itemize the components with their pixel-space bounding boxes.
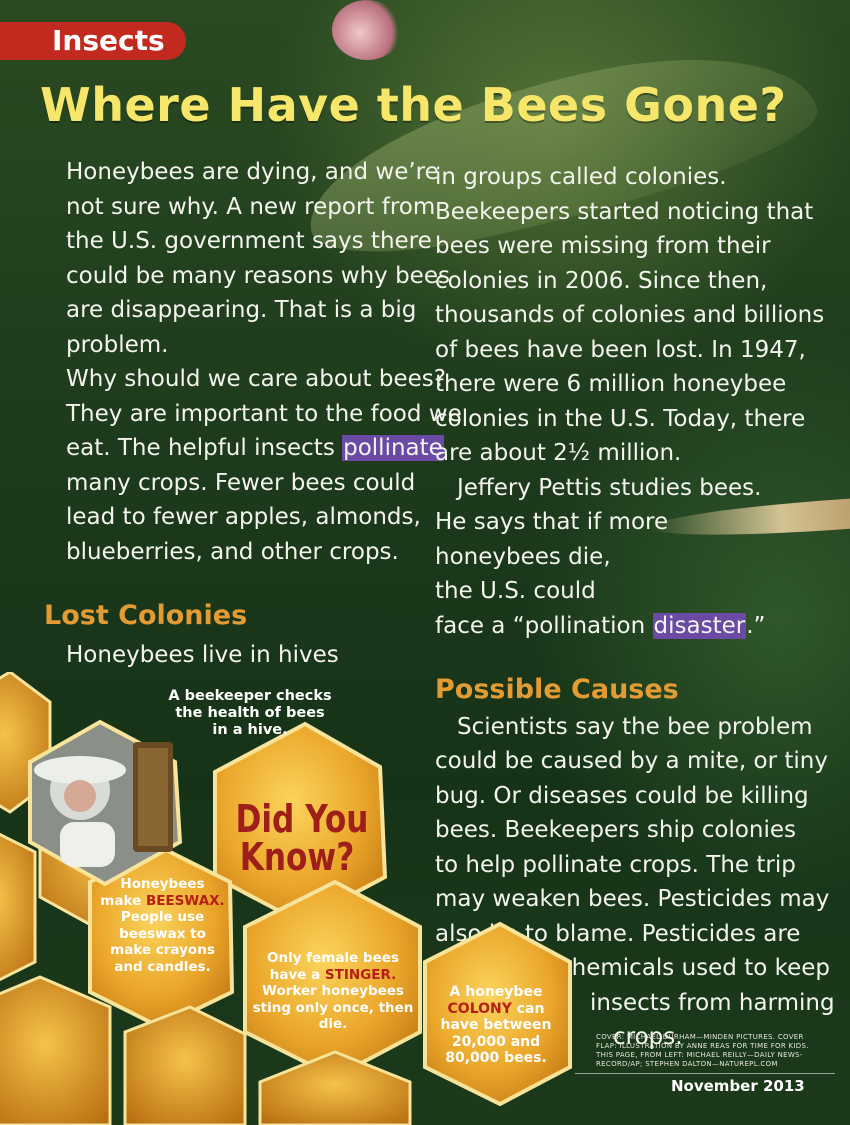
text-line: colonies in 2006. Since then,: [435, 267, 768, 294]
text-line: not sure why. A new report from: [66, 193, 436, 220]
fact-text: Worker honeybees sting only once, then d…: [252, 983, 414, 1032]
text-line: thousands of colonies and billions: [435, 302, 825, 328]
text-line: He says that if more: [435, 509, 669, 535]
fact-text: A honeybee: [449, 984, 543, 1000]
caption-line: in a hive.: [212, 722, 288, 738]
paragraph-why-care: Why should we care about bees? They are …: [44, 362, 462, 569]
hex-cell: [0, 975, 112, 1125]
caption-line: A beekeeper checks: [168, 688, 332, 704]
section-tag: Insects: [0, 22, 186, 60]
text-line: are about 2½ million.: [435, 440, 682, 466]
text-line: the U.S. could: [435, 578, 596, 604]
text-line: Jeffery Pettis studies bees.: [457, 474, 762, 501]
highlighted-word-pollinate[interactable]: pollinate: [342, 435, 444, 461]
fact-text: People use beeswax to make crayons and c…: [110, 909, 215, 975]
fact-beeswax: Honeybees make BEESWAX. People use beesw…: [100, 876, 225, 975]
fact-keyword: COLONY: [447, 1000, 512, 1017]
text-line: bees were missing from their: [435, 233, 771, 259]
article-column-1: Honeybees are dying, and we’re not sure …: [44, 155, 462, 672]
footer-divider: [575, 1073, 835, 1074]
fact-keyword: STINGER.: [324, 966, 397, 983]
paragraph-hives: Honeybees live in hives: [66, 641, 339, 668]
fact-keyword: BEESWAX.: [145, 892, 225, 909]
photo-caption: A beekeeper checks the health of bees in…: [150, 688, 350, 739]
paragraph-intro: Honeybees are dying, and we’re not sure …: [44, 155, 450, 362]
text-fragment: eat. The helpful insects: [66, 435, 343, 461]
text-line: Why should we care about bees?: [66, 366, 446, 392]
text-line: Beekeepers started noticing that: [435, 198, 814, 225]
paragraph-colonies: in groups called colonies. Beekeepers st…: [435, 160, 830, 471]
text-line: in groups called colonies.: [435, 164, 727, 190]
text-line: many crops. Fewer bees could: [66, 469, 416, 496]
heading-line: Know?: [239, 835, 355, 879]
paragraph-pettis: Jeffery Pettis studies bees. He says tha…: [435, 471, 830, 644]
text-line: colonies in the U.S. Today, there: [435, 405, 806, 432]
highlighted-word-disaster[interactable]: disaster: [652, 612, 747, 639]
fact-stinger: Only female bees have a STINGER. Worker …: [252, 950, 414, 1033]
heading-line: Did You: [235, 797, 369, 841]
page-title: Where Have the Bees Gone?: [40, 78, 787, 132]
magazine-page: Insects Where Have the Bees Gone? Honeyb…: [0, 0, 850, 1125]
text-line: problem.: [66, 331, 169, 358]
caption-line: the health of bees: [175, 705, 325, 721]
text-line: the U.S. government says there: [66, 228, 432, 254]
issue-date: November 2013: [671, 1077, 805, 1095]
text-line: are disappearing. That is a big: [66, 297, 417, 323]
flower-photo: [332, 0, 402, 60]
hex-cell: [258, 1050, 412, 1125]
hex-cell: [123, 1005, 247, 1125]
did-you-know-heading: Did You Know?: [235, 797, 369, 879]
text-line: honeybees die,: [435, 543, 611, 570]
hex-cell: [0, 832, 37, 982]
fact-colony: A honeybee COLONY can have between 20,00…: [430, 984, 562, 1067]
text-line: of bees have been lost. In 1947,: [435, 336, 806, 363]
text-line: Honeybees are dying, and we’re: [66, 159, 439, 185]
text-line: face a “pollination disaster.”: [435, 609, 830, 644]
text-line: blueberries, and other crops.: [66, 538, 399, 565]
text-fragment: .”: [746, 612, 766, 639]
text-line: there were 6 million honeybee: [435, 371, 787, 397]
text-line: eat. The helpful insects pollinate: [44, 431, 444, 466]
text-line: lead to fewer apples, almonds,: [66, 504, 421, 530]
text-line: could be many reasons why bees: [66, 262, 450, 289]
text-fragment: face a “pollination: [435, 612, 653, 639]
photo-credits: COVER: MICHAEL DURHAM—MINDEN PICTURES. C…: [596, 1033, 809, 1068]
subhead-lost-colonies: Lost Colonies: [44, 600, 248, 631]
text-line: They are important to the food we: [66, 400, 462, 427]
